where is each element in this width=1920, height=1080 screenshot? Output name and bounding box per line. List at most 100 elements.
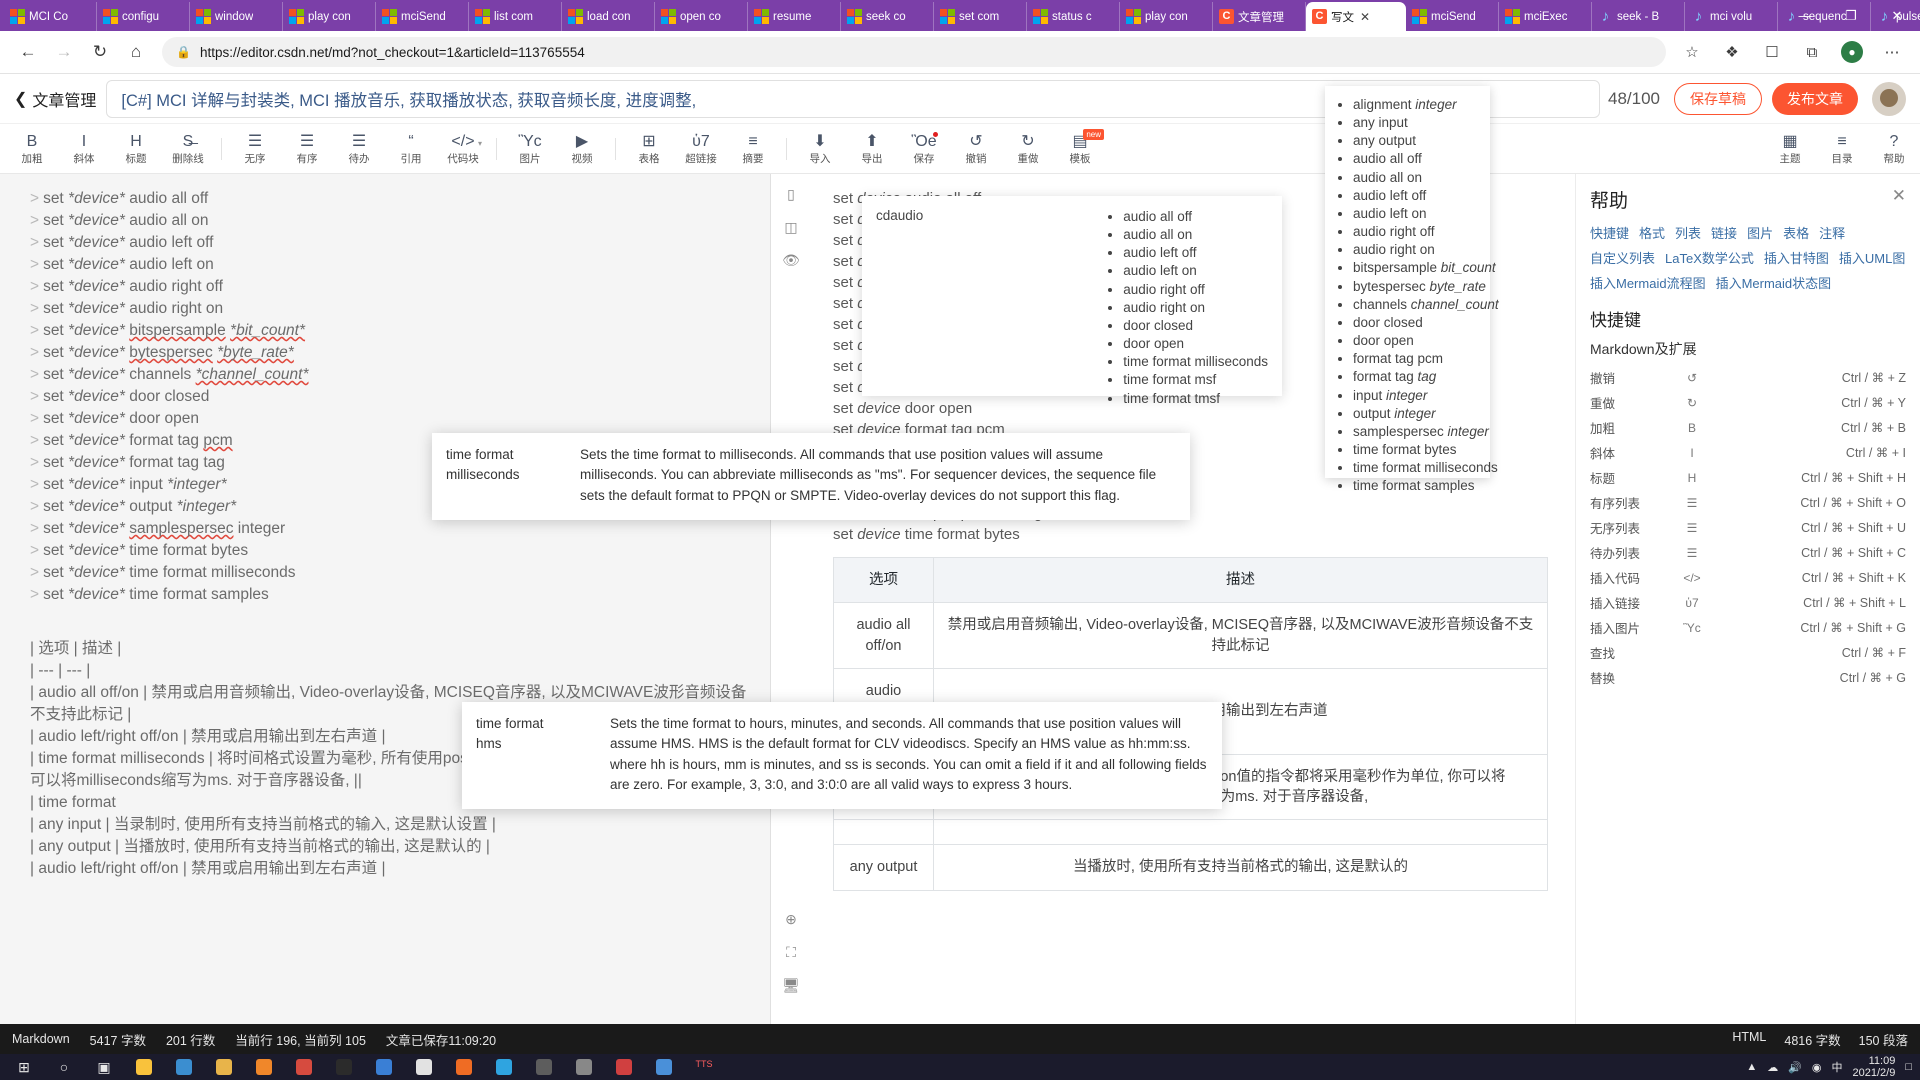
help-chip[interactable]: 插入UML图 bbox=[1839, 248, 1905, 267]
list-item[interactable]: time format bytes bbox=[1353, 441, 1484, 459]
toolbar-template-button[interactable]: ▤ 模板 new bbox=[1054, 125, 1106, 173]
toolbar-todo-list-button[interactable]: ☰ 待办 bbox=[333, 125, 385, 173]
save-draft-button[interactable]: 保存草稿 bbox=[1674, 82, 1762, 115]
browser-menu-icon[interactable]: ⋯ bbox=[1874, 36, 1910, 68]
list-item[interactable]: audio left off bbox=[1353, 187, 1484, 205]
browser-tab[interactable]: play con bbox=[1120, 2, 1213, 31]
maximize-button[interactable]: ❐ bbox=[1828, 8, 1874, 24]
browser-tab[interactable]: set com bbox=[934, 2, 1027, 31]
network-icon[interactable]: ◉ bbox=[1812, 1061, 1822, 1074]
list-item[interactable]: format tag pcm bbox=[1353, 350, 1484, 368]
browser-tab[interactable]: load con bbox=[562, 2, 655, 31]
taskbar-vlc-icon[interactable] bbox=[244, 1054, 284, 1080]
help-chip[interactable]: 图片 bbox=[1747, 223, 1773, 242]
browser-tab[interactable]: C 写文 ✕ bbox=[1306, 2, 1406, 31]
address-bar[interactable]: 🔒 https://editor.csdn.net/md?not_checkou… bbox=[162, 37, 1666, 67]
list-item[interactable]: audio all off bbox=[1353, 150, 1484, 168]
back-icon[interactable]: ← bbox=[10, 36, 46, 68]
browser-tab[interactable]: configu bbox=[97, 2, 190, 31]
source-line[interactable]: > set *device* door open bbox=[30, 408, 752, 430]
split-icon[interactable]: ◫ bbox=[784, 219, 797, 236]
toolbar-summary-button[interactable]: ≡ 摘要 bbox=[727, 125, 779, 173]
list-item[interactable]: audio left on bbox=[1353, 205, 1484, 223]
expand-icon[interactable]: ⛶ bbox=[786, 944, 796, 961]
cloud-icon[interactable]: ☁ bbox=[1767, 1061, 1778, 1074]
help-chip[interactable]: 表格 bbox=[1783, 223, 1809, 242]
browser-tab[interactable]: ♪ mci volu bbox=[1685, 2, 1778, 31]
taskbar-text-icon[interactable] bbox=[524, 1054, 564, 1080]
browser-tab[interactable]: window bbox=[190, 2, 283, 31]
toolbar-video-button[interactable]: ▶ 视频 bbox=[556, 125, 608, 173]
notifications-icon[interactable]: □ bbox=[1905, 1061, 1912, 1073]
toolbar-help-button[interactable]: ? 帮助 bbox=[1868, 125, 1920, 173]
toolbar-import-button[interactable]: ⬇ 导入 bbox=[794, 125, 846, 173]
toolbar-table-button[interactable]: ⊞ 表格 bbox=[623, 125, 675, 173]
panel-icon[interactable]: ▯ bbox=[787, 186, 795, 203]
forward-icon[interactable]: → bbox=[46, 36, 82, 68]
add-icon[interactable]: ⊕ bbox=[785, 911, 797, 928]
extensions-icon[interactable]: ❖ bbox=[1714, 36, 1750, 68]
star-icon[interactable]: ☆ bbox=[1674, 36, 1710, 68]
screen-icon[interactable]: 🖥 bbox=[782, 977, 800, 994]
browser-tab[interactable]: open co bbox=[655, 2, 748, 31]
toolbar-theme-button[interactable]: ▦ 主题 bbox=[1764, 125, 1816, 173]
browser-tab[interactable]: play con bbox=[283, 2, 376, 31]
home-icon[interactable]: ⌂ bbox=[118, 36, 154, 68]
publish-button[interactable]: 发布文章 bbox=[1772, 82, 1858, 115]
source-line[interactable]: > set *device* audio right on bbox=[30, 298, 752, 320]
browser-tab[interactable]: status c bbox=[1027, 2, 1120, 31]
list-item[interactable]: bitspersample bit_count bbox=[1353, 259, 1496, 277]
taskbar-chrome-icon[interactable] bbox=[404, 1054, 444, 1080]
toolbar-strikethrough-button[interactable]: S̶ 删除线 bbox=[162, 125, 214, 173]
taskbar-window-icon[interactable] bbox=[644, 1054, 684, 1080]
browser-tab[interactable]: list com bbox=[469, 2, 562, 31]
toolbar-ordered-list-button[interactable]: ☰ 有序 bbox=[281, 125, 333, 173]
list-item[interactable]: door open bbox=[1353, 332, 1484, 350]
collections-icon[interactable]: ☐ bbox=[1754, 36, 1790, 68]
source-line[interactable]: | any input | 当录制时, 使用所有支持当前格式的输入, 这是默认设… bbox=[30, 814, 752, 836]
help-chip[interactable]: 链接 bbox=[1711, 223, 1737, 242]
list-item[interactable]: input integer bbox=[1353, 387, 1484, 405]
source-line[interactable]: > set *device* audio right off bbox=[30, 276, 752, 298]
close-icon[interactable]: ✕ bbox=[1892, 186, 1906, 206]
source-line[interactable]: | any output | 当播放时, 使用所有支持当前格式的输出, 这是默认… bbox=[30, 836, 752, 858]
speaker-icon[interactable]: 🔊 bbox=[1788, 1061, 1802, 1074]
browser-tab[interactable]: ♪ seek - B bbox=[1592, 2, 1685, 31]
help-chip[interactable]: 插入Mermaid状态图 bbox=[1716, 273, 1832, 292]
help-chip[interactable]: 格式 bbox=[1639, 223, 1665, 242]
close-icon[interactable]: ✕ bbox=[1360, 10, 1370, 24]
taskbar-tts-icon[interactable]: TTS bbox=[684, 1054, 724, 1080]
list-item[interactable]: any output bbox=[1353, 132, 1484, 150]
help-chip[interactable]: 插入Mermaid流程图 bbox=[1590, 273, 1706, 292]
start-button[interactable]: ⊞ bbox=[4, 1054, 44, 1080]
list-item[interactable]: door closed bbox=[1353, 314, 1484, 332]
taskbar-firefox-icon[interactable] bbox=[444, 1054, 484, 1080]
list-item[interactable]: output integer bbox=[1353, 405, 1484, 423]
taskbar-folder-icon[interactable] bbox=[204, 1054, 244, 1080]
taskbar-clock[interactable]: 11:09 2021/2/9 bbox=[1853, 1055, 1896, 1079]
help-chip[interactable]: 注释 bbox=[1819, 223, 1845, 242]
toolbar-save-button[interactable]: Ὃe 保存 bbox=[898, 125, 950, 173]
taskbar-record-icon[interactable] bbox=[604, 1054, 644, 1080]
taskbar-vscode-icon[interactable] bbox=[364, 1054, 404, 1080]
list-item[interactable]: format tag tag bbox=[1353, 368, 1484, 386]
help-chip[interactable]: LaTeX数学公式 bbox=[1665, 248, 1754, 267]
browser-tab[interactable]: C 文章管理 bbox=[1213, 2, 1306, 31]
source-line[interactable]: > set *device* audio all on bbox=[30, 210, 752, 232]
toolbar-unordered-list-button[interactable]: ☰ 无序 bbox=[229, 125, 281, 173]
toolbar-bold-button[interactable]: B 加粗 bbox=[6, 125, 58, 173]
list-item[interactable]: time format milliseconds bbox=[1353, 459, 1498, 477]
taskbar-photos-icon[interactable] bbox=[484, 1054, 524, 1080]
source-line[interactable]: | audio left/right off/on | 禁用或启用输出到左右声道… bbox=[30, 858, 752, 880]
help-chip[interactable]: 快捷键 bbox=[1590, 223, 1629, 242]
source-line[interactable]: > set *device* door closed bbox=[30, 386, 752, 408]
toolbar-outline-button[interactable]: ≡ 目录 bbox=[1816, 125, 1868, 173]
reload-icon[interactable]: ↻ bbox=[82, 36, 118, 68]
taskbar-edge-icon[interactable] bbox=[164, 1054, 204, 1080]
toolbar-image-button[interactable]: Ὓc 图片 bbox=[504, 125, 556, 173]
taskbar-explorer-icon[interactable] bbox=[124, 1054, 164, 1080]
toolbar-undo-button[interactable]: ↺ 撤销 bbox=[950, 125, 1002, 173]
taskbar-terminal-icon[interactable] bbox=[324, 1054, 364, 1080]
toolbar-redo-button[interactable]: ↻ 重做 bbox=[1002, 125, 1054, 173]
list-item[interactable]: samplespersec integer bbox=[1353, 423, 1489, 441]
